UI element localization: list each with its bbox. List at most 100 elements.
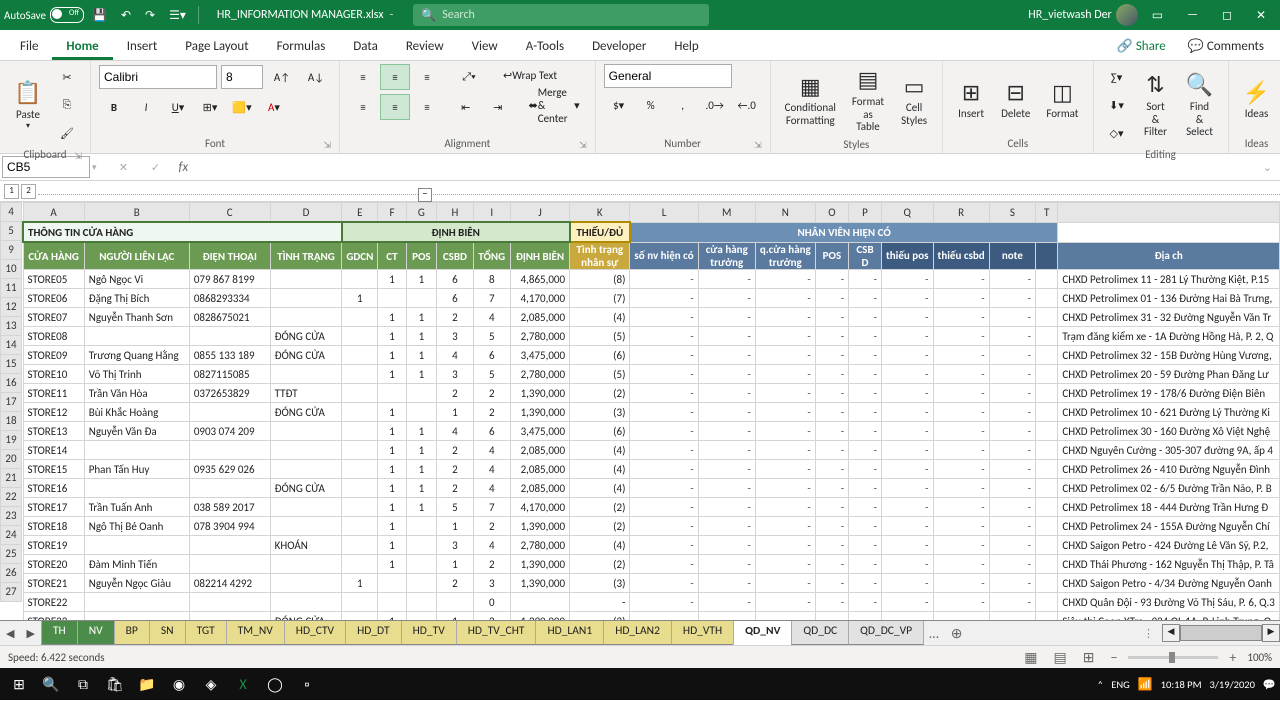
fx-icon[interactable]: fx [173,160,195,175]
table-row[interactable]: STORE09Trương Quang Hằng0855 133 189ĐÓNG… [23,346,1280,365]
col-header[interactable]: N [755,203,815,223]
row-header[interactable]: 15 [0,355,22,374]
col-header[interactable]: M [698,203,755,223]
search-task-icon[interactable]: 🔍 [36,670,66,698]
store-icon[interactable]: 🛍 [100,670,130,698]
fill-color-icon[interactable]: 🟨▾ [227,94,257,120]
col-header[interactable]: A [23,203,84,223]
table-row[interactable]: STORE07Nguyễn Thanh Sơn082867502111242,0… [23,308,1280,327]
sheet-tab-HD_VTH[interactable]: HD_VTH [671,621,734,645]
autosum-icon[interactable]: ∑▾ [1102,64,1132,90]
wifi-icon[interactable]: 📶 [1138,677,1153,692]
align-left-icon[interactable]: ≡ [348,94,378,120]
comma-icon[interactable]: , [668,92,698,118]
table-row[interactable]: STORE06Đặng Thị Bích08682933341674,170,0… [23,289,1280,308]
row-header[interactable]: 27 [0,583,22,602]
undo-icon[interactable]: ↶ [115,4,137,27]
table-row[interactable]: STORE20Đàm Minh Tiến1121,390,000(2)-----… [23,555,1280,574]
table-row[interactable]: STORE11Trần Văn Hòa0372653829TTĐT221,390… [23,384,1280,403]
row-header[interactable]: 12 [0,298,22,317]
time[interactable]: 10:18 PM [1161,678,1202,691]
font-name[interactable] [99,65,217,89]
table-row[interactable]: STORE15Phan Tấn Huy0935 629 02611242,085… [23,460,1280,479]
cell-styles-button[interactable]: ▭Cell Styles [894,70,934,129]
cut-icon[interactable]: ✂ [52,64,82,90]
grow-font-icon[interactable]: A↑ [267,64,297,90]
cancel-fx-icon[interactable]: ✕ [109,154,139,180]
sort-filter-button[interactable]: ⇅Sort & Filter [1136,69,1176,141]
row-header[interactable]: 4 [0,202,22,222]
col-header[interactable]: D [270,203,342,223]
formula-bar[interactable] [196,156,1255,178]
merge-center-button[interactable]: ⬌ Merge & Center ▾ [522,94,587,116]
sheet-tab-HD_CTV[interactable]: HD_CTV [284,621,346,645]
table-row[interactable]: STORE1411242,085,000(4)--------CHXD Nguy… [23,441,1280,460]
tab-file[interactable]: File [6,33,52,60]
date[interactable]: 3/19/2020 [1210,678,1255,691]
col-header[interactable]: J [510,203,569,223]
fill-icon[interactable]: ⬇▾ [1102,92,1132,118]
row-header[interactable]: 26 [0,564,22,583]
col-header[interactable]: R [933,203,989,223]
row-header[interactable]: 9 [0,241,22,260]
tab-help[interactable]: Help [660,33,712,60]
normal-view-icon[interactable]: ▦ [1019,647,1042,668]
save-icon[interactable]: 💾 [86,4,113,27]
zoom-slider[interactable] [1128,656,1218,659]
row-header[interactable]: 10 [0,260,22,279]
col-header[interactable]: P [849,203,882,223]
sheet-tab-NV[interactable]: NV [77,621,115,645]
row-header[interactable]: 20 [0,450,22,469]
zoom-level[interactable]: 100% [1247,651,1272,664]
row-header[interactable]: 21 [0,469,22,488]
taskview-icon[interactable]: ⧉ [68,670,98,698]
row-header[interactable]: 5 [0,222,22,241]
decrease-indent-icon[interactable]: ⇤ [451,94,481,120]
row-header[interactable]: 14 [0,336,22,355]
page-break-view-icon[interactable]: ⊞ [1078,647,1100,668]
font-size[interactable] [221,65,263,89]
user-name[interactable]: HR_vietwash Der [1028,8,1112,22]
align-center-icon[interactable]: ≡ [380,94,410,120]
scroll-right-icon[interactable]: ▶ [1262,624,1280,642]
col-header[interactable]: B [84,203,189,223]
search-box[interactable]: 🔍 Search [413,4,709,26]
tab-data[interactable]: Data [339,33,392,60]
increase-indent-icon[interactable]: ⇥ [483,94,513,120]
comments-button[interactable]: 💬 Comments [1180,33,1272,60]
table-row[interactable]: STORE23ĐÓNG CỬA1121,390,000(2)--------Si… [23,612,1280,621]
wrap-text-button[interactable]: ↩ Wrap Text [496,64,564,86]
col-header[interactable]: F [378,203,406,223]
col-header[interactable]: C [189,203,270,223]
ribbon-options-icon[interactable]: ▭ [1142,2,1173,29]
align-middle-icon[interactable]: ≡ [380,64,410,90]
borders-icon[interactable]: ⊞▾ [195,94,225,120]
bold-icon[interactable]: B [99,94,129,120]
conditional-formatting-button[interactable]: ▦Conditional Formatting [779,70,842,129]
table-row[interactable]: STORE17Trần Tuấn Anh038 589 201711574,17… [23,498,1280,517]
more-sheets-icon[interactable]: … [923,622,945,645]
col-header[interactable]: S [989,203,1035,223]
underline-icon[interactable]: U▾ [163,94,193,120]
outline-collapse-icon[interactable]: − [418,188,432,202]
table-row[interactable]: STORE16ĐÓNG CỬA11242,085,000(4)--------C… [23,479,1280,498]
sheet-tab-HD_LAN2[interactable]: HD_LAN2 [603,621,672,645]
increase-decimal-icon[interactable]: .0→ [700,92,730,118]
align-bottom-icon[interactable]: ≡ [412,64,442,90]
outline-2[interactable]: 2 [21,184,36,199]
tray-up-icon[interactable]: ˄ [1098,678,1104,691]
excel-icon[interactable]: X [228,670,258,698]
format-as-table-button[interactable]: ▤Format as Table [846,64,890,136]
row-header[interactable]: 13 [0,317,22,336]
row-header[interactable]: 17 [0,393,22,412]
notifications-icon[interactable]: 💬 [1263,678,1276,691]
row-header[interactable]: 24 [0,526,22,545]
shrink-font-icon[interactable]: A↓ [301,64,331,90]
orientation-icon[interactable]: ⤢▾ [454,64,484,90]
font-color-icon[interactable]: A▾ [259,94,289,120]
sheet-tab-SN[interactable]: SN [149,621,186,645]
table-row[interactable]: STORE12Bùi Khắc HoàngĐÓNG CỬA1121,390,00… [23,403,1280,422]
sheet-tab-HD_DT[interactable]: HD_DT [345,621,402,645]
col-header[interactable]: Q [881,203,933,223]
sheet-prev-icon[interactable]: ◀ [0,627,20,640]
